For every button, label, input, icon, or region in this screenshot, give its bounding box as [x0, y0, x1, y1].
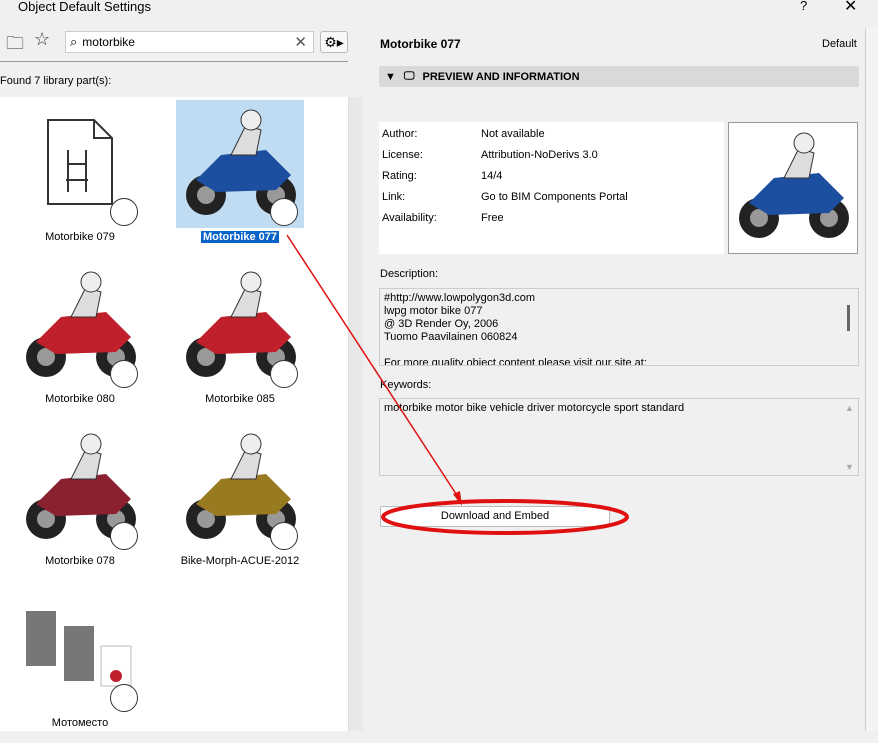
item-label: Motorbike 079: [45, 231, 115, 243]
info-key: Availability:: [382, 212, 437, 224]
item-label: Bike-Morph-ACUE-2012: [180, 555, 300, 567]
description-scrollbar[interactable]: [847, 305, 850, 331]
info-row: License: Attribution-NoDerivs 3.0: [382, 149, 598, 161]
library-item[interactable]: Мотоместо: [0, 583, 160, 743]
globe-icon: [270, 198, 298, 226]
info-key: Author:: [382, 128, 418, 140]
globe-icon: [270, 522, 298, 550]
library-item[interactable]: Motorbike 077: [160, 97, 320, 257]
item-thumbnail[interactable]: [176, 100, 304, 228]
info-value: Not available: [481, 128, 545, 140]
info-key: Link:: [382, 191, 406, 203]
item-thumbnail[interactable]: [16, 586, 144, 714]
item-label: Motorbike 078: [45, 555, 115, 567]
item-label: Motorbike 080: [45, 393, 115, 405]
scroll-up-icon[interactable]: ▲: [845, 403, 854, 413]
item-label: Motorbike 077: [201, 231, 279, 243]
window-title: Object Default Settings: [18, 0, 151, 14]
default-label: Default: [822, 38, 857, 50]
info-table: Author: Not available License: Attribution-…: [379, 122, 724, 254]
library-item[interactable]: Bike-Morph-ACUE-2012: [160, 421, 320, 581]
item-label: Мотоместо: [51, 717, 109, 729]
info-value[interactable]: Go to BIM Components Portal: [481, 191, 628, 203]
info-row: Author: Not available: [382, 128, 545, 140]
description-label: Description:: [380, 268, 439, 280]
search-icon: ⌕: [70, 34, 78, 49]
preview-icon: 🖵: [403, 70, 415, 82]
search-value: motorbike: [82, 35, 135, 49]
settings-gear-button[interactable]: ⚙▸: [320, 31, 348, 53]
preview-section-header[interactable]: ▼ 🖵 PREVIEW AND INFORMATION: [379, 66, 859, 87]
part-title: Motorbike 077: [380, 37, 461, 51]
section-title: PREVIEW AND INFORMATION: [422, 70, 580, 83]
folder-icon[interactable]: 🗀: [6, 31, 24, 61]
scroll-down-icon[interactable]: ▼: [845, 462, 854, 472]
library-grid: Motorbike 079 Motorbike 077 Motorbike 080 M…: [0, 97, 348, 731]
star-icon[interactable]: ☆: [34, 29, 50, 50]
item-thumbnail[interactable]: [16, 262, 144, 390]
keywords-text[interactable]: motorbike motor bike vehicle driver moto…: [379, 398, 859, 476]
collapse-arrow-icon: ▼: [385, 70, 396, 83]
info-row: Link: Go to BIM Components Portal: [382, 191, 628, 203]
info-row: Availability: Free: [382, 212, 504, 224]
close-button[interactable]: ✕: [844, 0, 857, 16]
library-item[interactable]: Motorbike 080: [0, 259, 160, 419]
download-and-embed-button[interactable]: Download and Embed: [380, 506, 610, 527]
divider: [0, 61, 348, 62]
globe-icon: [110, 198, 138, 226]
clear-icon[interactable]: ✕: [294, 33, 307, 51]
globe-icon: [110, 684, 138, 712]
item-thumbnail[interactable]: [176, 424, 304, 552]
help-button[interactable]: ?: [800, 0, 807, 13]
globe-icon: [110, 360, 138, 388]
grid-scrollbar[interactable]: [348, 97, 363, 731]
background-window-edge: [865, 28, 878, 731]
search-input[interactable]: ⌕ motorbike ✕: [65, 31, 314, 53]
item-thumbnail[interactable]: [16, 100, 144, 228]
info-value: 14/4: [481, 170, 503, 182]
description-text[interactable]: #http://www.lowpolygon3d.com lwpg motor …: [379, 288, 859, 366]
library-item[interactable]: Motorbike 085: [160, 259, 320, 419]
info-row: Rating: 14/4: [382, 170, 502, 182]
found-count: Found 7 library part(s):: [0, 75, 112, 87]
keywords-label: Keywords:: [380, 379, 432, 391]
library-item[interactable]: Motorbike 078: [0, 421, 160, 581]
globe-icon: [110, 522, 138, 550]
item-thumbnail[interactable]: [176, 262, 304, 390]
library-item[interactable]: Motorbike 079: [0, 97, 160, 257]
info-key: License:: [382, 149, 423, 161]
globe-icon: [270, 360, 298, 388]
info-key: Rating:: [382, 170, 417, 182]
info-value: Free: [481, 212, 504, 224]
info-value: Attribution-NoDerivs 3.0: [481, 149, 598, 161]
item-thumbnail[interactable]: [16, 424, 144, 552]
item-label: Motorbike 085: [205, 393, 275, 405]
annotation-arrowhead: [453, 491, 462, 506]
preview-image: [728, 122, 858, 254]
